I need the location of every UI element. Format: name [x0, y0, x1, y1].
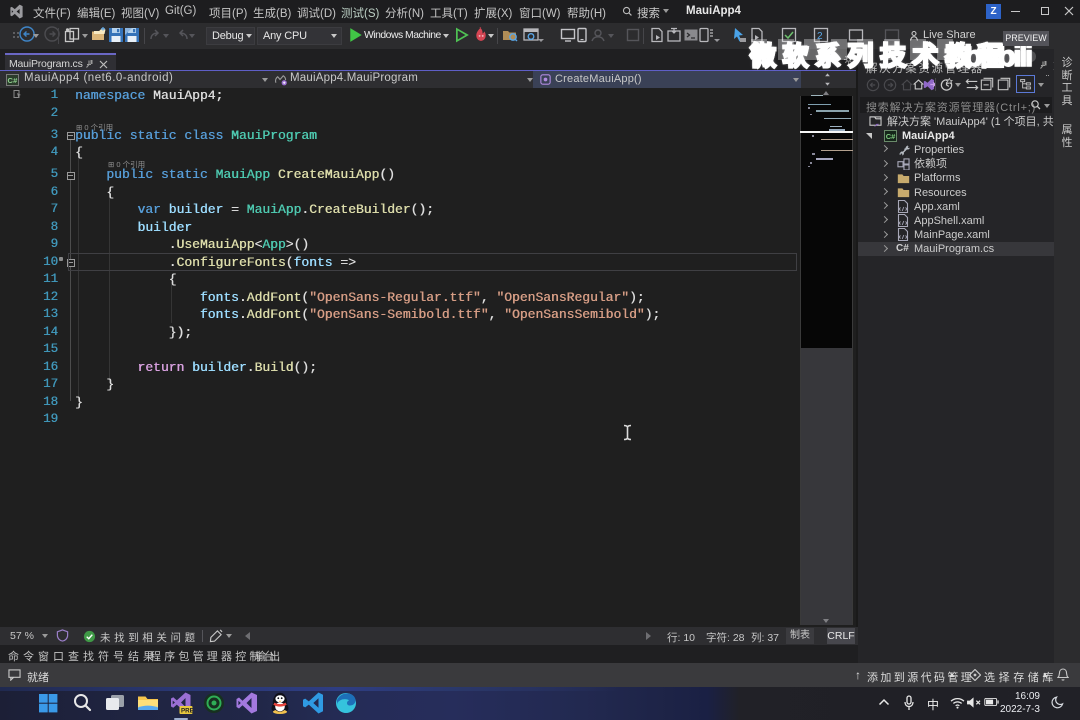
svg-text:PRE: PRE: [181, 707, 193, 714]
